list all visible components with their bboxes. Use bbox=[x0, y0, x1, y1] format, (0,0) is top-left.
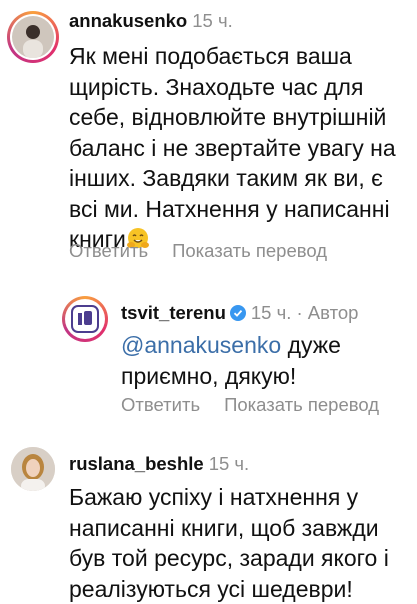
comment-line: @annakusenko дуже bbox=[121, 330, 341, 361]
username[interactable]: ruslana_beshle bbox=[69, 453, 204, 474]
timestamp: 15 ч. · Автор bbox=[251, 302, 359, 323]
timestamp: 15 ч. bbox=[192, 10, 233, 31]
comment-line: всі ми. Натхнення у написанні bbox=[69, 194, 396, 225]
comment-line: написанні книги, щоб завжди bbox=[69, 513, 389, 544]
comment-text: Бажаю успіху і натхнення у написанні кни… bbox=[69, 482, 389, 604]
comment-line: приємно, дякую! bbox=[121, 361, 341, 392]
comment-line: Як мені подобається ваша bbox=[69, 41, 396, 72]
avatar-photo-icon bbox=[12, 16, 54, 58]
comment-line: інших. Завдяки таким як ви, є bbox=[69, 163, 396, 194]
avatar[interactable] bbox=[65, 299, 105, 339]
comment-text: @annakusenko дуже приємно, дякую! bbox=[121, 330, 341, 391]
comment-line-rest: дуже bbox=[281, 332, 341, 358]
comment-actions: Ответить Показать перевод bbox=[121, 394, 403, 416]
verified-badge-icon bbox=[230, 304, 246, 326]
brand-logo-icon bbox=[70, 304, 100, 334]
avatar[interactable] bbox=[11, 447, 55, 491]
comment-line: щирість. Знаходьте час для bbox=[69, 72, 396, 103]
reply-button[interactable]: Ответить bbox=[69, 240, 148, 261]
username[interactable]: annakusenko bbox=[69, 10, 187, 31]
timestamp: 15 ч. bbox=[209, 453, 250, 474]
comment-line: Бажаю успіху і натхнення у bbox=[69, 482, 389, 513]
show-translation-button[interactable]: Показать перевод bbox=[172, 240, 327, 261]
comment-line: реалізуються усі шедеври! bbox=[69, 574, 389, 604]
comment-line: себе, відновлюйте внутрішній bbox=[69, 102, 396, 133]
show-translation-button[interactable]: Показать перевод bbox=[224, 394, 379, 415]
comment-actions: Ответить Показать перевод bbox=[69, 240, 351, 262]
comment-text: Як мені подобається ваша щирість. Знаход… bbox=[69, 41, 396, 259]
username[interactable]: tsvit_terenu bbox=[121, 302, 226, 323]
avatar-photo-icon bbox=[11, 447, 55, 491]
avatar[interactable] bbox=[10, 14, 56, 60]
comment-meta: annakusenko15 ч. bbox=[69, 10, 233, 32]
comment-meta: ruslana_beshle15 ч. bbox=[69, 453, 249, 475]
comment-meta: tsvit_terenu 15 ч. · Автор bbox=[121, 302, 358, 326]
reply-button[interactable]: Ответить bbox=[121, 394, 200, 415]
comment-line: був той ресурс, заради якого і bbox=[69, 543, 389, 574]
comment-line: баланс і не звертайте увагу на bbox=[69, 133, 396, 164]
mention-link[interactable]: @annakusenko bbox=[121, 332, 281, 358]
